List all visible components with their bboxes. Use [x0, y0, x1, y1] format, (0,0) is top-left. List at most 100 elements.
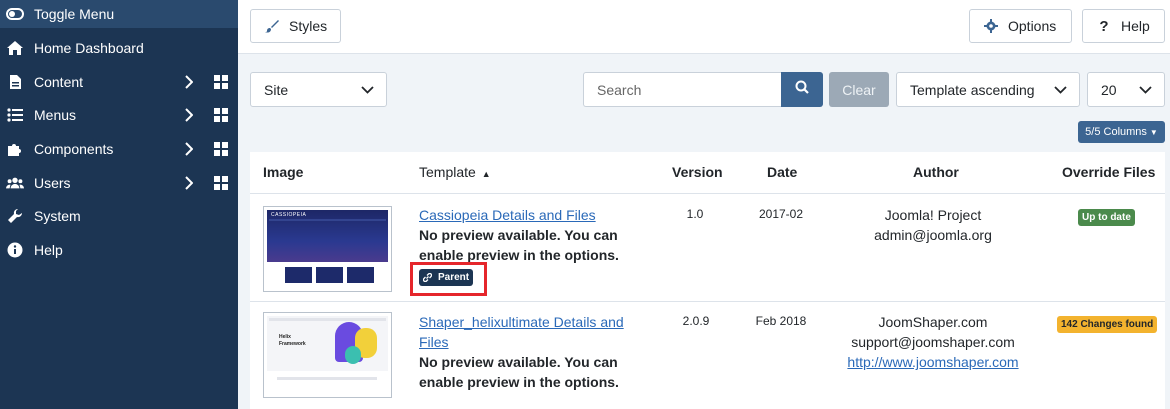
- version-cell: 1.0: [686, 207, 704, 221]
- sidebar-item-label: Content: [34, 73, 84, 90]
- options-button[interactable]: Options: [969, 9, 1072, 43]
- highlight-box: [410, 262, 487, 296]
- header-author: Author: [913, 164, 959, 180]
- author-name: Joomla! Project: [884, 207, 982, 223]
- chevron-down-icon: [1126, 73, 1164, 106]
- search-input[interactable]: Search: [583, 72, 781, 107]
- header-template[interactable]: Template ▲: [419, 164, 491, 180]
- status-badge: 142 Changes found: [1057, 316, 1158, 333]
- sidebar-item-users[interactable]: Users: [0, 166, 238, 199]
- thumbnail-art: [345, 346, 361, 364]
- limit-select[interactable]: 20: [1087, 72, 1165, 107]
- styles-label: Styles: [289, 18, 328, 34]
- users-icon: [6, 174, 24, 192]
- thumbnail-title: CASSIOPEIA: [271, 212, 307, 218]
- sidebar-item-label: Help: [34, 241, 63, 258]
- row-divider: [250, 301, 1165, 302]
- thumbnail-hero: CASSIOPEIA: [267, 210, 388, 262]
- search-placeholder: Search: [597, 81, 642, 98]
- caret-down-icon: ▼: [1149, 127, 1158, 137]
- file-icon: [6, 73, 24, 91]
- thumbnail-footer: [277, 377, 377, 380]
- date-cell: Feb 2018: [755, 314, 807, 328]
- sidebar-item-label: Components: [34, 140, 114, 157]
- template-details-link[interactable]: Shaper_helixultimate Details and Files: [419, 312, 624, 352]
- columns-label: 5/5 Columns: [1085, 126, 1147, 138]
- search-button[interactable]: [781, 72, 823, 107]
- dashboard-grid-icon[interactable]: [214, 107, 228, 122]
- chevron-down-icon: [1041, 73, 1079, 106]
- template-link-line: Files: [419, 334, 449, 350]
- author-url: http://www.joomshaper.com: [838, 352, 1028, 372]
- header-override-files: Override Files: [1062, 164, 1156, 180]
- preview-note: enable preview in the options.: [419, 374, 619, 390]
- sort-ascending-icon: ▲: [481, 169, 491, 179]
- limit-select-value: 20: [1101, 81, 1117, 98]
- chevron-right-icon[interactable]: [184, 141, 194, 156]
- template-thumbnail[interactable]: Helix Framework: [263, 312, 392, 398]
- sidebar-item-content[interactable]: Content: [0, 65, 238, 98]
- header-date: Date: [767, 164, 798, 180]
- date-cell: 2017-02: [758, 207, 804, 221]
- sidebar-item-help[interactable]: Help: [0, 233, 238, 266]
- puzzle-icon: [6, 140, 24, 158]
- template-thumbnail[interactable]: CASSIOPEIA: [263, 206, 392, 292]
- columns-dropdown-button[interactable]: 5/5 Columns ▼: [1078, 121, 1165, 143]
- brush-icon: [265, 19, 279, 33]
- options-label: Options: [1008, 18, 1057, 34]
- thumbnail-card: [347, 267, 374, 283]
- author-name: JoomShaper.com: [878, 314, 988, 330]
- styles-button[interactable]: Styles: [250, 9, 341, 43]
- clear-button[interactable]: Clear: [829, 72, 889, 107]
- author-email: support@joomshaper.com: [851, 334, 1015, 350]
- thumbnail-card: [285, 267, 312, 283]
- help-label: Help: [1121, 18, 1150, 34]
- chevron-right-icon[interactable]: [184, 74, 194, 89]
- toggle-menu-label: Toggle Menu: [34, 6, 115, 22]
- help-button[interactable]: ? Help: [1082, 9, 1165, 43]
- dashboard-grid-icon[interactable]: [214, 141, 228, 156]
- chevron-down-icon: [348, 73, 386, 106]
- sidebar-item-menus[interactable]: Menus: [0, 98, 238, 131]
- gear-icon: [984, 19, 998, 33]
- sidebar-item-label: Users: [34, 174, 71, 191]
- dashboard-grid-icon[interactable]: [214, 175, 228, 190]
- client-select[interactable]: Site: [250, 72, 387, 107]
- wrench-icon: [6, 207, 24, 225]
- list-icon: [6, 106, 24, 124]
- question-icon: ?: [1099, 17, 1109, 35]
- preview-note: No preview available. You can: [419, 227, 618, 243]
- ordering-select[interactable]: Template ascending: [896, 72, 1080, 107]
- thumbnail-nav: [269, 318, 386, 321]
- header-image: Image: [263, 164, 304, 180]
- client-select-value: Site: [264, 81, 289, 98]
- chevron-right-icon[interactable]: [184, 107, 194, 122]
- sidebar: Toggle Menu Home Dashboard Content Menus: [0, 0, 238, 409]
- sidebar-item-label: Menus: [34, 106, 77, 123]
- toggle-icon: [6, 5, 24, 23]
- info-icon: [6, 241, 24, 259]
- ordering-select-value: Template ascending: [910, 81, 1035, 98]
- sidebar-item-system[interactable]: System: [0, 199, 238, 232]
- home-icon: [6, 39, 24, 57]
- header-divider: [250, 193, 1165, 194]
- thumbnail-title: Helix Framework: [279, 334, 306, 347]
- header-version: Version: [672, 164, 723, 180]
- status-badge: Up to date: [1078, 209, 1135, 226]
- thumbnail-nav: [269, 219, 386, 221]
- thumbnail-cards: [285, 267, 388, 283]
- author-url-link[interactable]: http://www.joomshaper.com: [847, 354, 1018, 370]
- preview-note: No preview available. You can: [419, 354, 618, 370]
- thumbnail-card: [316, 267, 343, 283]
- header-template-label: Template: [419, 164, 476, 180]
- author-email: admin@joomla.org: [874, 227, 992, 243]
- toggle-menu-button[interactable]: Toggle Menu: [0, 0, 238, 28]
- template-details-link[interactable]: Cassiopeia Details and Files: [419, 205, 596, 225]
- chevron-right-icon[interactable]: [184, 175, 194, 190]
- sidebar-item-home-dashboard[interactable]: Home Dashboard: [0, 31, 238, 64]
- sidebar-item-components[interactable]: Components: [0, 132, 238, 165]
- template-link-line: Shaper_helixultimate Details and: [419, 314, 624, 330]
- sidebar-item-label: System: [34, 207, 81, 224]
- dashboard-grid-icon[interactable]: [214, 74, 228, 89]
- search-icon: [795, 80, 809, 99]
